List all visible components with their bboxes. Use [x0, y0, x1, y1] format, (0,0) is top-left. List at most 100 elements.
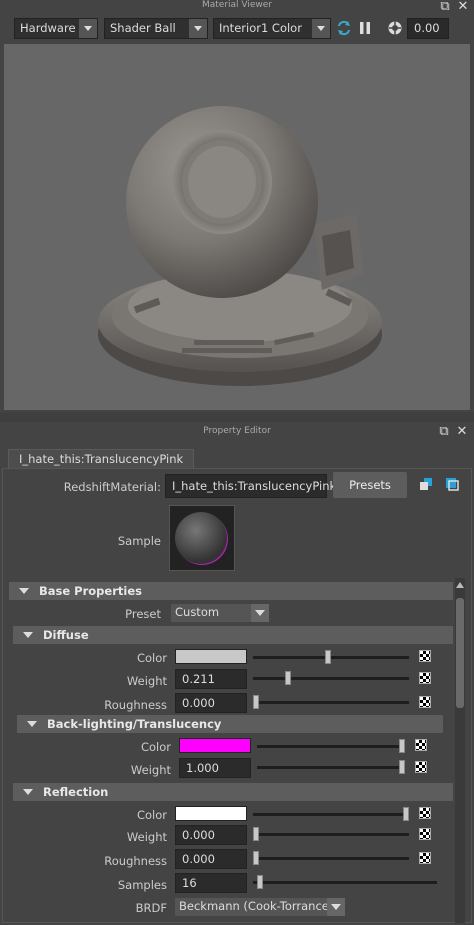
editor-tabbar: I_hate_this:TranslucencyPink — [0, 448, 474, 469]
diffuse-color-swatch[interactable] — [175, 649, 247, 664]
section-backlighting[interactable]: Back-lighting/Translucency — [17, 715, 443, 733]
backlighting-weight-value: 1.000 — [186, 761, 219, 775]
reflection-roughness-label: Roughness — [104, 854, 167, 868]
renderer-value: Hardware — [20, 21, 76, 35]
exposure-icon[interactable] — [387, 20, 403, 36]
presets-button[interactable]: Presets — [333, 472, 407, 498]
viewer-toolbar: Hardware Shader Ball Interior1 Color 0.0… — [0, 14, 474, 42]
chevron-down-icon — [79, 19, 97, 38]
pause-icon[interactable] — [357, 20, 373, 36]
preset-label: Preset — [125, 607, 161, 621]
material-preview-viewport[interactable] — [4, 44, 470, 410]
float-window-icon[interactable]: ⧉ — [438, 0, 452, 14]
map-button-icon[interactable] — [419, 807, 431, 819]
backlighting-weight-field[interactable]: 1.000 — [179, 758, 251, 778]
refresh-icon[interactable] — [336, 20, 352, 36]
map-button-icon[interactable] — [419, 852, 431, 864]
map-button-icon[interactable] — [415, 739, 427, 751]
backlighting-color-slider-handle[interactable] — [399, 739, 405, 753]
brdf-dropdown[interactable]: Beckmann (Cook-Torrance) — [175, 898, 345, 916]
backlighting-weight-slider[interactable] — [257, 766, 405, 769]
reflection-samples-slider-handle[interactable] — [256, 875, 263, 889]
section-base-properties[interactable]: Base Properties — [9, 582, 453, 600]
shape-value: Shader Ball — [110, 21, 176, 35]
tab-material[interactable]: I_hate_this:TranslucencyPink — [8, 449, 195, 469]
diffuse-weight-slider-handle[interactable] — [284, 671, 291, 685]
tab-label: I_hate_this:TranslucencyPink — [19, 452, 184, 466]
reflection-weight-field[interactable]: 0.000 — [175, 825, 247, 845]
reflection-samples-label: Samples — [117, 878, 167, 892]
map-button-icon[interactable] — [419, 650, 431, 662]
reflection-roughness-slider[interactable] — [253, 857, 409, 860]
section-reflection[interactable]: Reflection — [13, 783, 453, 801]
diffuse-color-slider[interactable] — [253, 656, 409, 659]
material-name-field[interactable]: I_hate_this:TranslucencyPink — [165, 474, 336, 498]
reflection-samples-value: 16 — [182, 876, 197, 890]
float-window-icon[interactable]: ⧉ — [437, 425, 451, 439]
backlighting-weight-label: Weight — [130, 763, 171, 777]
reflection-color-label: Color — [136, 808, 167, 822]
map-button-icon[interactable] — [419, 672, 431, 684]
reflection-weight-slider-handle[interactable] — [253, 827, 259, 841]
map-button-icon[interactable] — [419, 828, 431, 840]
reflection-color-slider-handle[interactable] — [403, 807, 409, 821]
diffuse-roughness-slider-handle[interactable] — [253, 695, 259, 709]
chevron-down-icon — [189, 19, 207, 38]
renderer-dropdown[interactable]: Hardware — [14, 18, 98, 39]
brdf-value: Beckmann (Cook-Torrance) — [179, 899, 334, 913]
diffuse-roughness-slider[interactable] — [253, 701, 409, 704]
diffuse-color-label: Color — [136, 651, 167, 665]
property-editor-titlebar: Property Editor — [0, 426, 474, 438]
close-icon[interactable]: ✕ — [456, 0, 470, 14]
reflection-color-swatch[interactable] — [175, 806, 247, 821]
diffuse-weight-value: 0.211 — [182, 672, 215, 686]
close-icon[interactable]: ✕ — [455, 425, 469, 439]
environment-value: Interior1 Color — [219, 21, 302, 35]
environment-dropdown[interactable]: Interior1 Color — [213, 18, 331, 39]
chevron-down-icon — [327, 898, 345, 916]
reflection-roughness-slider-handle[interactable] — [253, 851, 259, 865]
map-button-icon[interactable] — [419, 696, 431, 708]
panel-scrollbar[interactable] — [455, 578, 465, 923]
preset-value: Custom — [175, 605, 220, 619]
diffuse-weight-slider[interactable] — [253, 677, 409, 680]
exposure-field[interactable]: 0.00 — [407, 18, 449, 39]
diffuse-weight-label: Weight — [126, 674, 167, 688]
reflection-color-slider[interactable] — [253, 813, 409, 816]
property-editor-title: Property Editor — [197, 426, 277, 436]
material-type-label: RedshiftMaterial: — [63, 480, 161, 494]
reflection-brdf-label: BRDF — [135, 901, 167, 915]
sample-sphere — [175, 512, 228, 565]
panel-separator[interactable] — [0, 412, 474, 422]
chevron-down-icon — [251, 604, 269, 622]
map-button-icon[interactable] — [415, 761, 427, 773]
copy-tab-icon[interactable] — [445, 477, 459, 491]
scrollbar-thumb[interactable] — [456, 598, 464, 708]
section-diffuse[interactable]: Diffuse — [13, 626, 453, 644]
reflection-samples-slider[interactable] — [253, 881, 437, 884]
exposure-value: 0.00 — [414, 21, 440, 35]
shape-dropdown[interactable]: Shader Ball — [104, 18, 208, 39]
diffuse-color-slider-handle[interactable] — [325, 650, 331, 664]
diffuse-roughness-field[interactable]: 0.000 — [175, 693, 247, 713]
reflection-weight-value: 0.000 — [182, 828, 215, 842]
scroll-up-icon[interactable] — [456, 582, 464, 588]
reflection-weight-slider[interactable] — [253, 833, 409, 836]
material-swatch-preview — [169, 505, 235, 571]
backlighting-color-swatch[interactable] — [179, 738, 251, 753]
material-name-value: I_hate_this:TranslucencyPink — [172, 479, 337, 493]
sample-label: Sample — [117, 534, 161, 548]
focus-icon[interactable] — [419, 477, 433, 491]
reflection-roughness-field[interactable]: 0.000 — [175, 849, 247, 869]
shader-ball-render — [98, 106, 382, 386]
material-viewer-title: Material Viewer — [195, 0, 279, 10]
chevron-down-icon — [312, 19, 330, 38]
property-panel: RedshiftMaterial: I_hate_this:Translucen… — [2, 468, 472, 923]
backlighting-weight-slider-handle[interactable] — [399, 760, 405, 774]
preset-dropdown[interactable]: Custom — [171, 604, 269, 622]
reflection-roughness-value: 0.000 — [182, 852, 215, 866]
reflection-samples-field[interactable]: 16 — [175, 873, 247, 893]
backlighting-color-slider[interactable] — [257, 745, 405, 748]
diffuse-roughness-value: 0.000 — [182, 696, 215, 710]
diffuse-weight-field[interactable]: 0.211 — [175, 669, 247, 689]
